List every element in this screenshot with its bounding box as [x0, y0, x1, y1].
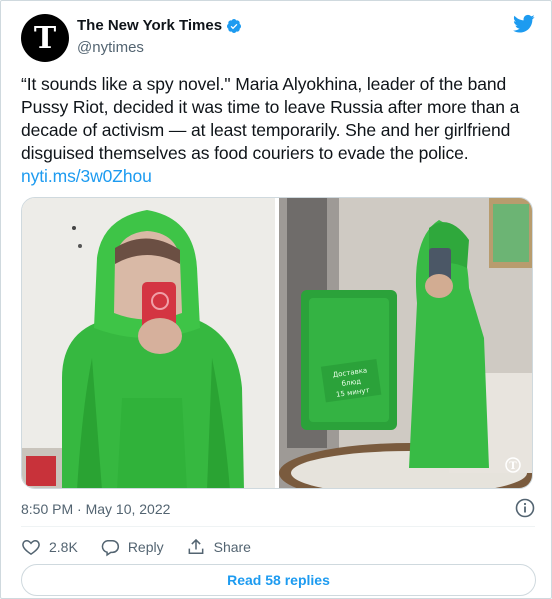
photo-woman-green-jacket[interactable] [22, 198, 275, 488]
verified-badge-icon [227, 18, 242, 33]
photo-courier-backpack[interactable]: Доставка блюд 15 минут T [279, 198, 532, 488]
share-icon [188, 538, 204, 554]
like-count: 2.8K [49, 539, 78, 555]
read-replies-button[interactable]: Read 58 replies [21, 564, 536, 596]
svg-text:T: T [509, 461, 517, 472]
info-icon[interactable] [515, 498, 535, 518]
twitter-bird-icon[interactable] [513, 14, 535, 34]
reply-button[interactable]: Reply [100, 537, 164, 557]
tweet-timestamp[interactable]: 8:50 PM · May 10, 2022 [21, 501, 170, 517]
svg-text:T: T [34, 21, 57, 56]
reply-bubble-icon [101, 540, 119, 557]
photo-left-illustration [22, 198, 275, 488]
nyt-logo-glyph: T [34, 21, 57, 56]
tweet-card: T The New York Times @nytimes “It sounds… [0, 0, 552, 599]
like-button[interactable]: 2.8K [21, 537, 78, 557]
author-handle[interactable]: @nytimes [77, 39, 144, 56]
tweet-link[interactable]: nyti.ms/3w0Zhou [21, 166, 152, 186]
share-button[interactable]: Share [186, 537, 251, 557]
heart-icon [22, 539, 40, 555]
share-label: Share [213, 539, 251, 555]
tweet-text: “It sounds like a spy novel." Maria Alyo… [21, 73, 531, 188]
tweet-body: “It sounds like a spy novel." Maria Alyo… [21, 74, 520, 163]
tweet-media: Доставка блюд 15 минут T [21, 197, 533, 489]
divider [21, 526, 535, 527]
tweet-actions: 2.8K Reply Share [21, 536, 273, 558]
photo-right-illustration: Доставка блюд 15 минут T [279, 198, 532, 488]
nyt-logo-icon[interactable]: T [21, 14, 69, 62]
author-name-row: The New York Times [77, 17, 242, 34]
author-name[interactable]: The New York Times [77, 17, 222, 34]
reply-label: Reply [127, 539, 164, 555]
